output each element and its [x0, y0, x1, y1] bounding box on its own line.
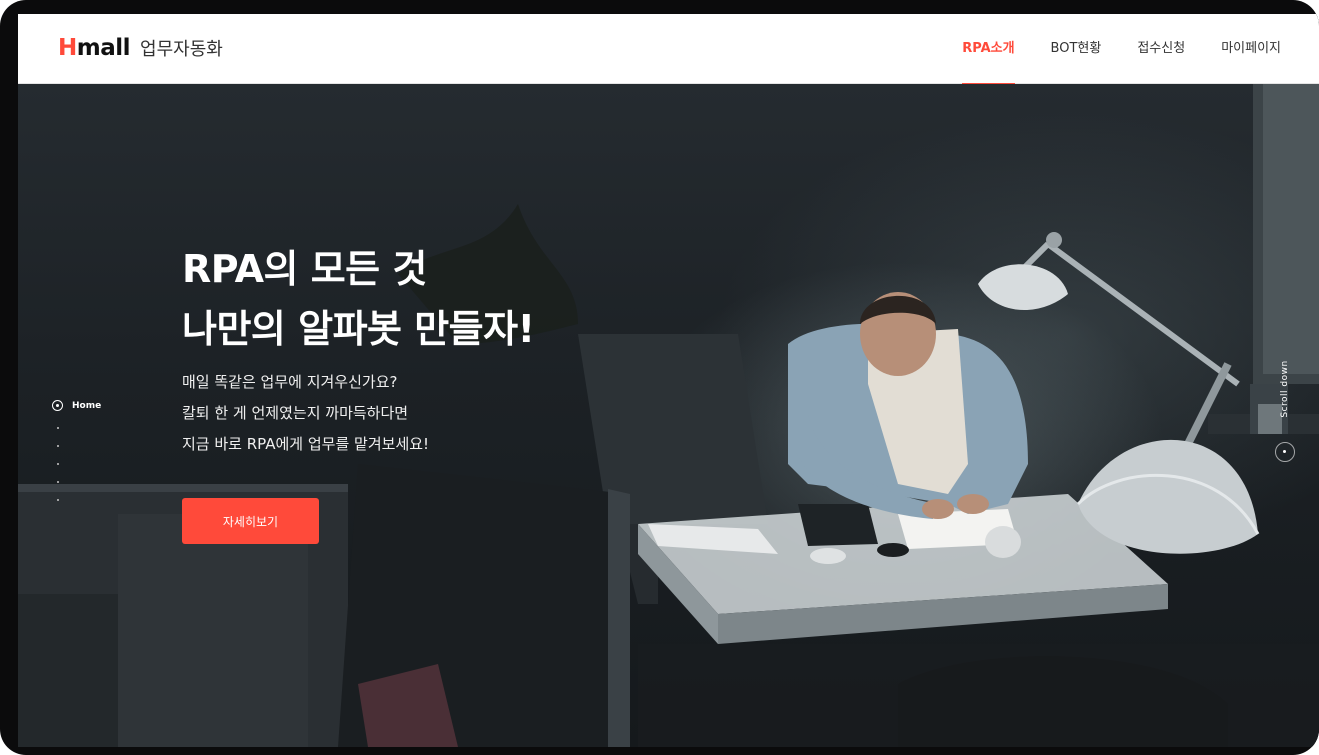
side-nav-dot[interactable]	[57, 463, 59, 465]
active-dot-icon	[52, 400, 63, 411]
nav-item-bot-status[interactable]: BOT현황	[1051, 14, 1102, 84]
main-nav: RPA소개 BOT현황 접수신청 마이페이지	[962, 14, 1319, 85]
header: Hmall 업무자동화 RPA소개 BOT현황 접수신청 마이페이지	[18, 14, 1319, 85]
side-nav-dot[interactable]	[57, 445, 59, 447]
device-frame: Hmall 업무자동화 RPA소개 BOT현황 접수신청 마이페이지 RPA의 …	[0, 0, 1319, 755]
logo-mark-h: H	[58, 35, 77, 61]
side-pagination: Home	[52, 400, 101, 501]
hero-title-line2: 나만의 알파봇 만들자!	[182, 307, 535, 351]
hero-desc-line2: 칼퇴 한 게 언제였는지 까마득하다면	[182, 404, 409, 422]
hero-desc-line1: 매일 똑같은 업무에 지겨우신가요?	[182, 373, 398, 391]
side-nav-dot[interactable]	[57, 499, 59, 501]
side-nav-home[interactable]: Home	[52, 400, 101, 411]
nav-item-mypage[interactable]: 마이페이지	[1221, 14, 1281, 84]
screen: Hmall 업무자동화 RPA소개 BOT현황 접수신청 마이페이지 RPA의 …	[18, 14, 1319, 747]
logo[interactable]: Hmall 업무자동화	[58, 35, 223, 61]
logo-mark: Hmall	[58, 35, 131, 61]
hero-title-line1: RPA의 모든 것	[182, 247, 427, 291]
nav-item-rpa-intro[interactable]: RPA소개	[962, 14, 1015, 85]
side-nav-home-label: Home	[72, 400, 102, 411]
hero-description: 매일 똑같은 업무에 지겨우신가요? 칼퇴 한 게 언제였는지 까마득하다면 지…	[182, 367, 429, 460]
scroll-down-label: Scroll down	[1280, 360, 1290, 418]
details-button[interactable]: 자세히보기	[182, 498, 319, 544]
side-nav-dot[interactable]	[57, 481, 59, 483]
hero-title: RPA의 모든 것 나만의 알파봇 만들자!	[182, 239, 535, 359]
logo-subtitle: 업무자동화	[140, 39, 223, 60]
nav-item-application[interactable]: 접수신청	[1137, 14, 1185, 84]
logo-mark-rest: mall	[76, 35, 131, 61]
scroll-circle-icon	[1275, 442, 1295, 462]
side-nav-dot[interactable]	[57, 427, 59, 429]
hero-section: RPA의 모든 것 나만의 알파봇 만들자! 매일 똑같은 업무에 지겨우신가요…	[18, 84, 1319, 747]
hero-desc-line3: 지금 바로 RPA에게 업무를 맡겨보세요!	[182, 435, 430, 453]
